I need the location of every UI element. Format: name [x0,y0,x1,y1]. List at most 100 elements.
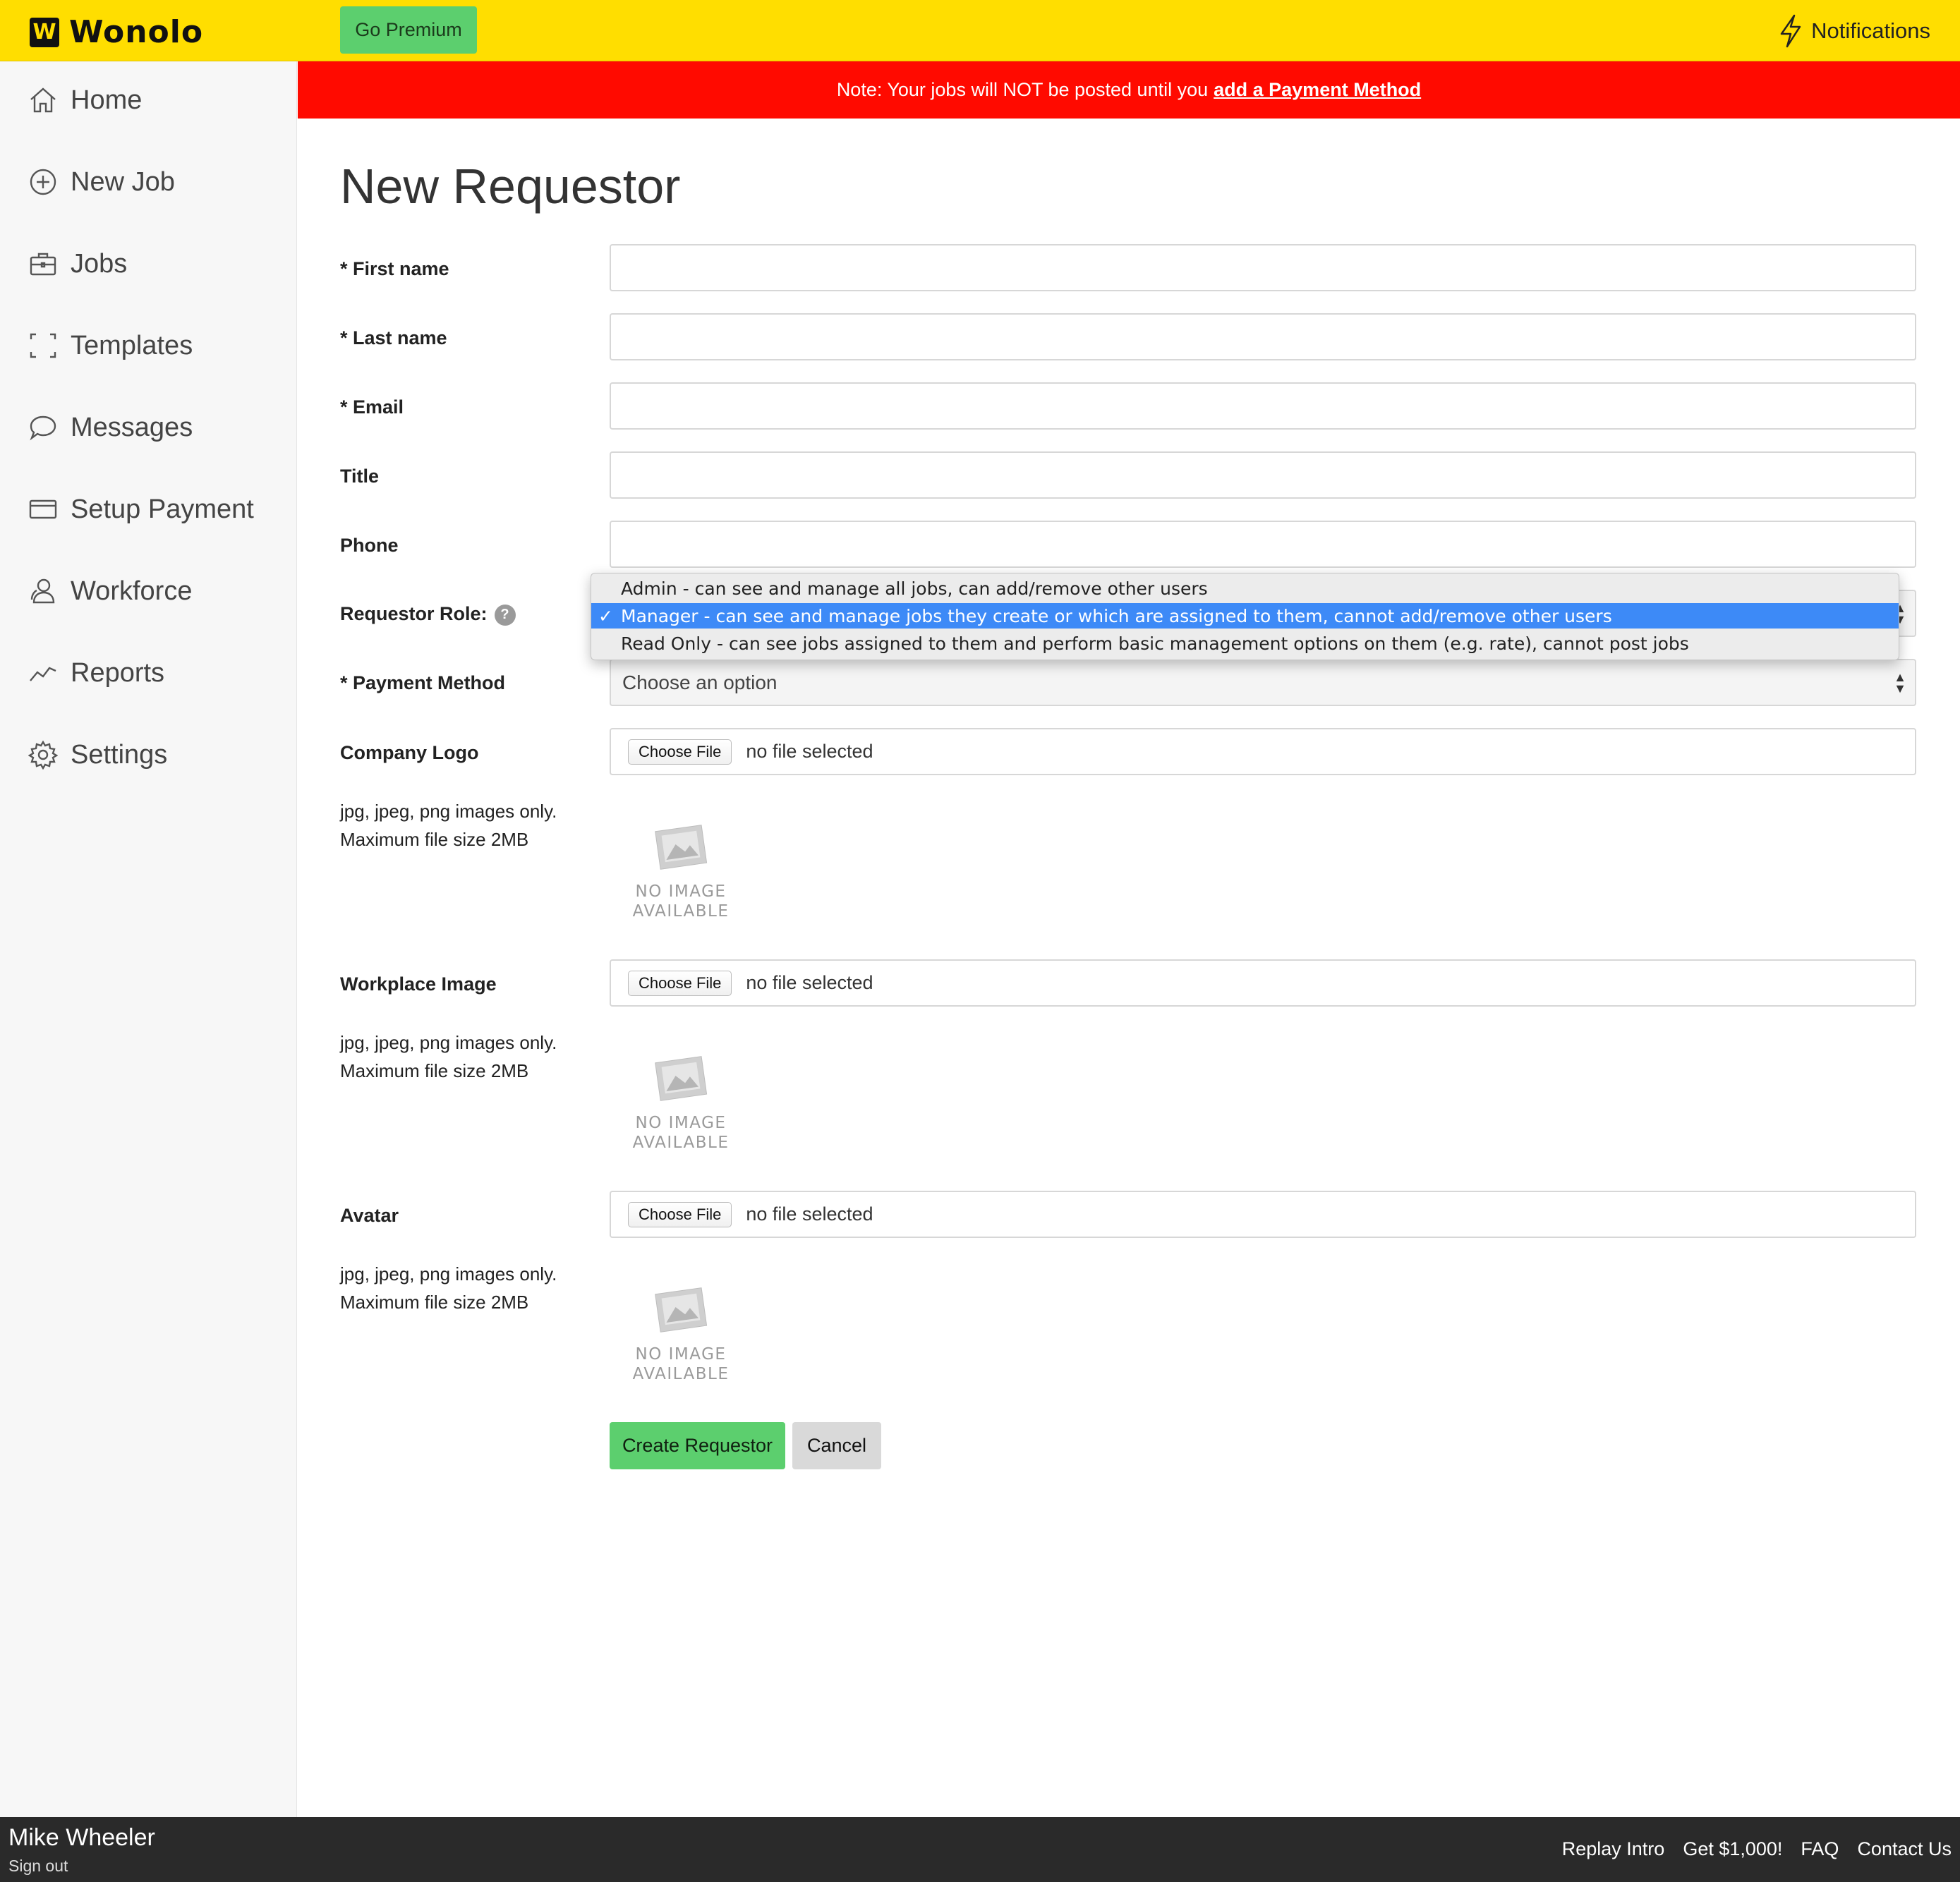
plus-circle-icon [30,169,56,195]
no-image-text: NO IMAGE [635,1345,727,1364]
lightning-icon [1780,14,1801,48]
email-label: * Email [340,396,404,418]
logo-mark-icon: W [30,17,59,47]
sidebar-item-templates[interactable]: Templates [28,324,193,367]
footer-links: Replay Intro Get $1,000! FAQ Contact Us [1562,1838,1952,1860]
file-status: no file selected [746,1203,873,1225]
image-placeholder-icon [655,1056,708,1101]
sidebar-item-new-job[interactable]: New Job [28,161,175,203]
cancel-button[interactable]: Cancel [792,1422,881,1469]
footer: Mike Wheeler Sign out Replay Intro Get $… [0,1817,1960,1882]
file-hint: jpg, jpeg, png images only. Maximum file… [340,1260,557,1316]
chart-line-icon [30,667,56,681]
contact-us-link[interactable]: Contact Us [1857,1838,1952,1860]
no-image-placeholder: NO IMAGE AVAILABLE [628,1050,734,1153]
user-name: Mike Wheeler [8,1824,155,1851]
image-placeholder-icon [655,1287,708,1332]
company-logo-file-field[interactable]: Choose File no file selected [610,728,1916,775]
last-name-input[interactable] [611,315,1915,359]
company-logo-label: Company Logo [340,742,479,763]
choose-file-button[interactable]: Choose File [628,970,732,996]
option-label: Read Only - can see jobs assigned to the… [621,633,1689,654]
referral-link[interactable]: Get $1,000! [1683,1838,1782,1860]
available-text: AVAILABLE [632,1134,730,1152]
first-name-field[interactable] [610,244,1916,291]
image-placeholder-icon [655,825,708,870]
first-name-label: * First name [340,258,449,279]
sidebar-item-label: Reports [71,657,165,688]
requestor-role-dropdown[interactable]: Admin - can see and manage all jobs, can… [591,573,1899,660]
replay-intro-link[interactable]: Replay Intro [1562,1838,1665,1860]
last-name-label: * Last name [340,327,447,348]
payment-method-value: Choose an option [622,671,778,693]
wonolo-logo[interactable]: W Wonolo [30,14,203,50]
faq-link[interactable]: FAQ [1801,1838,1839,1860]
sidebar-item-jobs[interactable]: Jobs [28,243,127,285]
no-image-text: NO IMAGE [635,1114,727,1132]
notifications-label: Notifications [1811,18,1930,43]
credit-card-icon [29,499,57,519]
avatar-file-field[interactable]: Choose File no file selected [610,1191,1916,1238]
template-icon [30,333,56,358]
create-requestor-button[interactable]: Create Requestor [610,1422,785,1469]
sidebar-item-workforce[interactable]: Workforce [28,570,192,612]
no-image-placeholder: NO IMAGE AVAILABLE [628,818,734,921]
payment-method-label: * Payment Method [340,672,506,693]
requestor-role-label: Requestor Role:? [340,603,516,626]
role-option-manager[interactable]: ✓ Manager - can see and manage jobs they… [591,603,1899,629]
file-hint: jpg, jpeg, png images only. Maximum file… [340,797,557,854]
sidebar: Home New Job Jobs Templates Messages Set… [0,61,297,1817]
first-name-input[interactable] [611,245,1915,290]
sidebar-item-messages[interactable]: Messages [28,406,193,449]
file-size-hint: Maximum file size 2MB [340,829,529,850]
add-payment-method-link[interactable]: add a Payment Method [1214,79,1421,101]
workplace-image-file-field[interactable]: Choose File no file selected [610,959,1916,1007]
help-icon[interactable]: ? [494,604,516,626]
last-name-field[interactable] [610,313,1916,360]
sidebar-item-label: New Job [71,166,175,197]
file-type-hint: jpg, jpeg, png images only. [340,1263,557,1285]
sidebar-item-setup-payment[interactable]: Setup Payment [28,488,254,530]
file-status: no file selected [746,972,873,993]
phone-field[interactable] [610,521,1916,568]
briefcase-icon [30,253,56,276]
go-premium-button[interactable]: Go Premium [340,6,477,54]
title-label: Title [340,466,380,487]
page-title: New Requestor [340,159,681,214]
sidebar-item-home[interactable]: Home [28,79,142,121]
file-type-hint: jpg, jpeg, png images only. [340,1032,557,1053]
choose-file-button[interactable]: Choose File [628,739,732,765]
file-size-hint: Maximum file size 2MB [340,1060,529,1081]
sidebar-item-label: Jobs [71,248,128,279]
title-field[interactable] [610,451,1916,499]
file-type-hint: jpg, jpeg, png images only. [340,801,557,822]
role-option-admin[interactable]: Admin - can see and manage all jobs, can… [591,576,1899,601]
sidebar-item-label: Messages [71,412,193,442]
payment-warning-banner: Note: Your jobs will NOT be posted until… [298,61,1960,119]
people-icon [30,578,55,604]
email-field[interactable] [610,382,1916,430]
logo-text: Wonolo [69,14,204,50]
sidebar-item-reports[interactable]: Reports [28,652,164,694]
no-image-text: NO IMAGE [635,882,727,901]
choose-file-button[interactable]: Choose File [628,1201,732,1227]
sidebar-item-label: Templates [71,330,193,360]
sign-out-link[interactable]: Sign out [8,1857,68,1876]
file-size-hint: Maximum file size 2MB [340,1292,529,1313]
no-image-placeholder: NO IMAGE AVAILABLE [628,1281,734,1384]
notifications-link[interactable]: Notifications [1779,14,1930,48]
sidebar-item-label: Settings [71,739,168,770]
gear-icon [28,740,58,770]
workplace-image-label: Workplace Image [340,973,497,995]
email-input[interactable] [611,384,1915,428]
payment-method-select[interactable]: Choose an option ▲ ▼ [610,659,1916,706]
option-label: Admin - can see and manage all jobs, can… [621,578,1208,599]
title-input[interactable] [611,453,1915,497]
sidebar-item-label: Home [71,85,143,115]
file-status: no file selected [746,741,873,762]
role-option-read-only[interactable]: Read Only - can see jobs assigned to the… [591,631,1899,656]
sidebar-item-settings[interactable]: Settings [28,734,167,776]
phone-input[interactable] [611,522,1915,566]
file-hint: jpg, jpeg, png images only. Maximum file… [340,1028,557,1085]
top-bar: W Wonolo Go Premium Notifications [0,0,1960,61]
